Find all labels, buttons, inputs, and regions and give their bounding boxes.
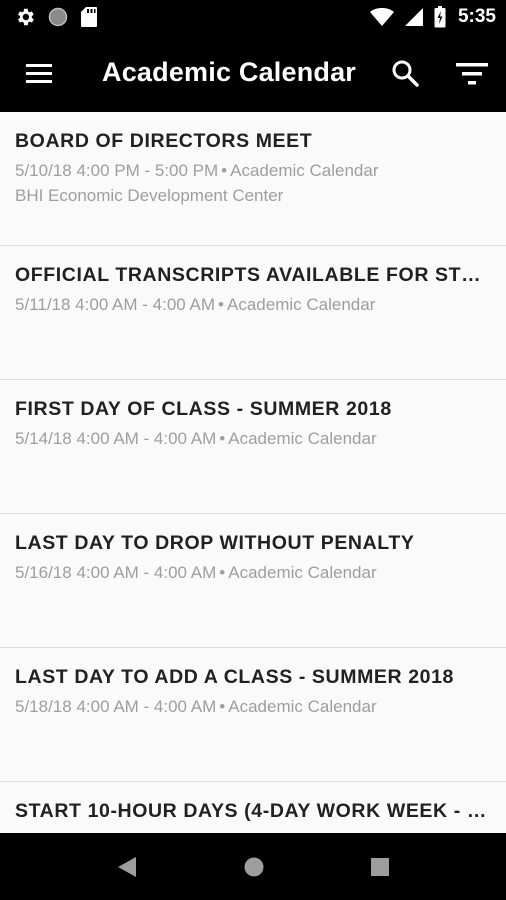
event-meta: 5/11/18 4:00 AM - 4:00 AM • Academic Calen… <box>15 295 491 315</box>
separator-dot: • <box>219 697 226 716</box>
event-time: 5/16/18 4:00 AM - 4:00 AM <box>15 563 217 582</box>
event-meta: 5/10/18 4:00 PM - 5:00 PM • Academic Calen… <box>15 161 491 181</box>
separator-dot: • <box>218 295 224 314</box>
event-title: START 10-HOUR DAYS (4-DAY WORK WEEK - CO… <box>15 800 491 822</box>
home-button[interactable] <box>243 856 265 878</box>
back-triangle-icon <box>118 857 136 877</box>
event-meta: 5/16/18 4:00 AM - 4:00 AM • Academic Calen… <box>15 563 491 583</box>
status-right-icons: 5:35 <box>369 6 496 28</box>
event-title: LAST DAY TO DROP WITHOUT PENALTY <box>15 532 415 554</box>
event-list: BOARD OF DIRECTORS MEET 5/10/18 4:00 PM … <box>0 112 506 833</box>
home-circle-icon <box>244 857 264 877</box>
status-time: 5:35 <box>457 6 496 27</box>
separator-dot: • <box>221 161 228 180</box>
back-button[interactable] <box>116 855 138 879</box>
event-title: OFFICIAL TRANSCRIPTS AVAILABLE FOR STUDE… <box>15 264 491 286</box>
hamburger-menu-icon <box>26 64 52 83</box>
sd-card-icon <box>81 7 97 27</box>
event-item[interactable]: FIRST DAY OF CLASS - SUMMER 2018 5/14/18… <box>0 380 506 514</box>
event-title: LAST DAY TO ADD A CLASS - SUMMER 2018 <box>15 666 454 688</box>
event-calendar: Academic Calendar <box>230 161 379 180</box>
event-item[interactable]: LAST DAY TO DROP WITHOUT PENALTY 5/16/18… <box>0 514 506 648</box>
search-button[interactable] <box>390 58 422 90</box>
search-icon <box>392 60 419 87</box>
event-calendar: Academic Calendar <box>228 697 377 716</box>
event-item[interactable]: OFFICIAL TRANSCRIPTS AVAILABLE FOR STUDE… <box>0 246 506 380</box>
separator-dot: • <box>219 429 226 448</box>
wifi-icon <box>369 8 394 26</box>
event-time: 5/11/18 4:00 AM - 4:00 AM <box>15 295 216 314</box>
event-time: 5/14/18 4:00 AM - 4:00 AM <box>15 429 217 448</box>
event-meta: 5/18/18 4:00 AM - 4:00 AM • Academic Calen… <box>15 697 491 717</box>
event-location: BHI Economic Development Center <box>15 186 284 205</box>
circle-icon <box>48 7 68 27</box>
event-title: FIRST DAY OF CLASS - SUMMER 2018 <box>15 398 392 420</box>
separator-dot: • <box>219 563 226 582</box>
event-item[interactable]: START 10-HOUR DAYS (4-DAY WORK WEEK - CO… <box>0 782 506 833</box>
filter-button[interactable] <box>452 60 492 90</box>
gear-icon <box>18 8 34 26</box>
system-nav-bar <box>0 833 506 900</box>
event-calendar: Academic Calendar <box>228 563 377 582</box>
status-left-icons <box>14 6 98 28</box>
event-calendar: Academic Calendar <box>228 429 377 448</box>
event-calendar: Academic Calendar <box>227 295 376 314</box>
signal-icon <box>404 8 423 26</box>
page-title: Academic Calendar <box>102 57 357 87</box>
filter-icon <box>456 63 488 85</box>
battery-icon <box>434 6 446 28</box>
status-bar: 5:35 <box>0 0 506 36</box>
event-time: 5/10/18 4:00 PM - 5:00 PM <box>15 161 219 180</box>
app-bar: Academic Calendar <box>0 36 506 112</box>
recents-square-icon <box>371 858 389 876</box>
recents-button[interactable] <box>370 857 390 877</box>
menu-button[interactable] <box>24 60 56 88</box>
event-time: 5/18/18 4:00 AM - 4:00 AM <box>15 697 217 716</box>
event-title: BOARD OF DIRECTORS MEET <box>15 130 313 152</box>
event-item[interactable]: BOARD OF DIRECTORS MEET 5/10/18 4:00 PM … <box>0 112 506 246</box>
event-meta: 5/14/18 4:00 AM - 4:00 AM • Academic Calen… <box>15 429 491 449</box>
event-item[interactable]: LAST DAY TO ADD A CLASS - SUMMER 2018 5/… <box>0 648 506 782</box>
